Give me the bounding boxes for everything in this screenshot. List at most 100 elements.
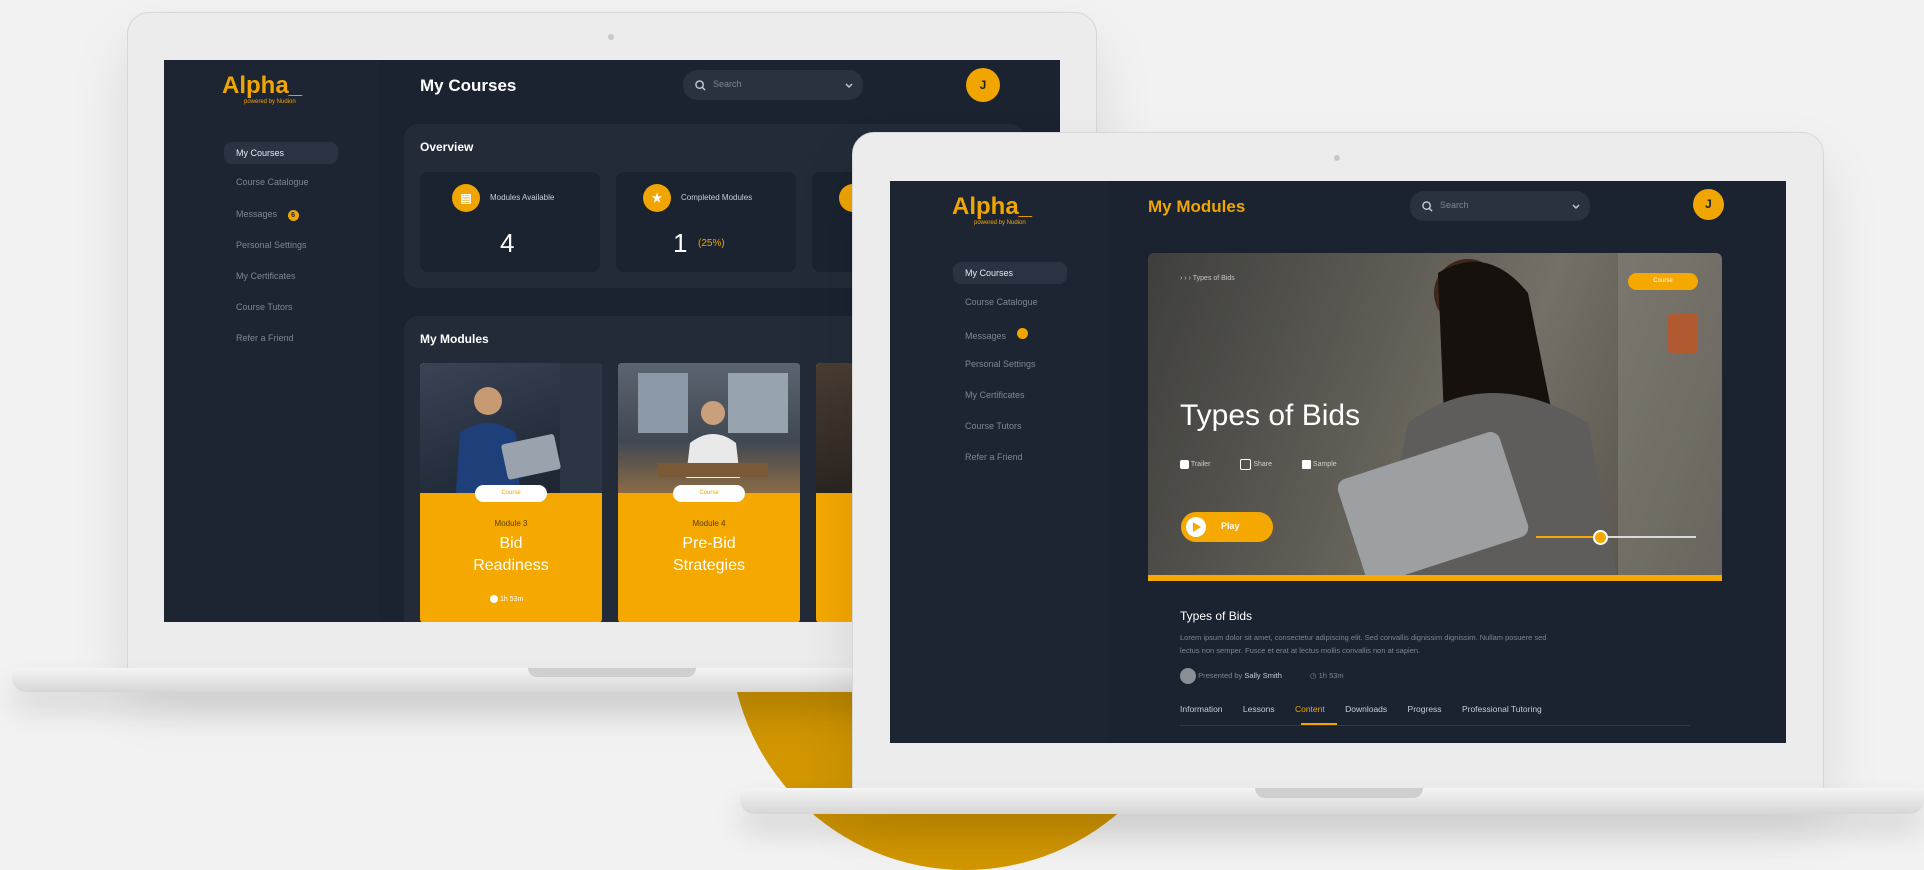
document-icon: ▤ (452, 184, 480, 212)
course-pill: Course (475, 485, 547, 502)
trailer-icon (1180, 460, 1189, 469)
sidebar-item-course-tutors[interactable]: Course Tutors (965, 421, 1022, 431)
tab-downloads[interactable]: Downloads (1345, 704, 1387, 714)
logo-tagline: powered by Nudion (974, 220, 1026, 226)
action-label: Trailer (1190, 461, 1211, 469)
stat-label: Modules Available (490, 193, 555, 202)
search-input[interactable]: Search (1410, 191, 1590, 221)
person-with-laptop-image (456, 363, 602, 493)
active-tab-indicator (1301, 723, 1337, 725)
share-action[interactable]: Share (1240, 459, 1272, 470)
tabs-divider (1180, 725, 1690, 726)
module-number: Module 3 (494, 519, 528, 528)
stat-card-modules-available: ▤ Modules Available 4 (420, 172, 600, 272)
sidebar-item-messages[interactable]: Messages 6 (236, 209, 299, 221)
sidebar-item-my-courses[interactable]: My Courses (953, 262, 1067, 284)
stat-value: 4 (500, 228, 515, 258)
page-title: My Courses (420, 76, 517, 95)
sidebar-item-my-certificates[interactable]: My Certificates (965, 390, 1025, 400)
logo[interactable]: Alpha_ (952, 193, 1032, 221)
module-title-line1: Bid (499, 535, 523, 552)
stat-card-completed-modules: ★ Completed Modules 1 (25%) (616, 172, 796, 272)
chevron-down-icon (1572, 204, 1580, 209)
sample-action[interactable]: Sample (1301, 460, 1337, 469)
avatar[interactable]: J (966, 68, 1000, 102)
logo[interactable]: Alpha_ (222, 72, 302, 100)
tab-content[interactable]: Content (1295, 704, 1325, 714)
front-laptop-notch (1255, 788, 1423, 798)
details-title: Types of Bids (1180, 609, 1253, 623)
chevron-down-icon (845, 83, 853, 88)
clock-icon: ◷ (1310, 670, 1317, 680)
search-icon (695, 80, 706, 91)
tab-lessons[interactable]: Lessons (1243, 704, 1275, 714)
sample-icon (1301, 460, 1311, 469)
avatar[interactable]: J (1693, 189, 1724, 220)
duration-text: 1h 53m (1318, 670, 1344, 680)
play-button[interactable]: Play (1181, 512, 1273, 542)
sidebar-item-my-certificates[interactable]: My Certificates (236, 271, 296, 281)
front-laptop-camera (1334, 155, 1340, 161)
sidebar: Alpha_ powered by Nudion My Courses Cour… (890, 181, 1108, 743)
tab-professional-tutoring[interactable]: Professional Tutoring (1462, 704, 1542, 714)
trailer-action[interactable]: Trailer (1180, 460, 1211, 469)
sidebar-item-course-catalogue[interactable]: Course Catalogue (965, 297, 1038, 307)
presenter-name[interactable]: Sally Smith (1244, 671, 1282, 680)
front-laptop-screen: Alpha_ powered by Nudion My Courses Cour… (890, 181, 1786, 743)
slider-handle[interactable] (1593, 530, 1608, 545)
search-placeholder: Search (1440, 200, 1469, 210)
tab-information[interactable]: Information (1180, 704, 1223, 714)
action-label: Sample (1312, 461, 1337, 469)
breadcrumb-current[interactable]: Types of Bids (1193, 275, 1235, 282)
breadcrumb: › › › Types of Bids (1180, 275, 1235, 282)
sidebar-item-personal-settings[interactable]: Personal Settings (236, 240, 307, 250)
sidebar-item-messages[interactable]: Messages (965, 328, 1028, 341)
stat-percentage: (25%) (698, 238, 725, 249)
progress-fill (1536, 536, 1600, 538)
hero-actions: Trailer Share Sample (1180, 459, 1337, 470)
share-icon (1240, 459, 1252, 470)
play-label: Play (1221, 521, 1240, 531)
office-person-image (638, 373, 788, 478)
course-pill: Course (673, 485, 745, 502)
play-icon (1186, 517, 1206, 537)
sidebar-item-course-catalogue[interactable]: Course Catalogue (236, 177, 309, 187)
presenter-avatar (1180, 668, 1196, 684)
search-placeholder: Search (713, 79, 742, 89)
sidebar-item-personal-settings[interactable]: Personal Settings (965, 359, 1036, 369)
module-title-line2: Readiness (473, 557, 549, 574)
sidebar-item-refer-a-friend[interactable]: Refer a Friend (236, 333, 294, 343)
course-pill: Course (1628, 273, 1698, 290)
messages-count-badge (1016, 328, 1028, 339)
logo-tagline: powered by Nudion (244, 99, 296, 105)
module-title-line2: Strategies (672, 557, 746, 574)
overview-title: Overview (420, 140, 474, 154)
star-icon: ★ (643, 184, 671, 212)
duration-text: 1h 53m (499, 595, 524, 603)
module-number: Module 4 (692, 519, 726, 528)
module-photo (618, 363, 800, 493)
module-card[interactable]: Course Module 3 Bid Readiness 1h 53m (420, 363, 602, 622)
sidebar-item-my-courses[interactable]: My Courses (224, 142, 338, 164)
module-card[interactable]: Course Module 4 Pre-Bid Strategies (618, 363, 800, 622)
sidebar-item-course-tutors[interactable]: Course Tutors (236, 302, 293, 312)
module-title-line1: Pre-Bid (682, 535, 736, 552)
hero-title: Types of Bids (1180, 399, 1361, 432)
breadcrumb-separator: › (1180, 275, 1183, 282)
description-line: lectus non semper. Fusce et erat at lect… (1180, 646, 1421, 655)
stat-value: 1 (673, 228, 688, 258)
sidebar-item-label: Messages (965, 331, 1007, 341)
detail-tabs: Information Lessons Content Downloads Pr… (1180, 704, 1542, 714)
back-laptop-camera (608, 34, 614, 40)
messages-count-badge: 6 (287, 210, 299, 221)
sidebar-item-refer-a-friend[interactable]: Refer a Friend (965, 452, 1023, 462)
module-duration: 1h 53m (490, 595, 523, 603)
tab-progress[interactable]: Progress (1408, 704, 1442, 714)
my-modules-title: My Modules (420, 332, 489, 346)
breadcrumb-separator: › (1184, 275, 1187, 282)
presenter-prefix: Presented by (1198, 670, 1243, 680)
search-input[interactable]: Search (683, 70, 863, 100)
stat-label: Completed Modules (681, 193, 753, 202)
module-hero: › › › Types of Bids Course Types of Bids… (1148, 253, 1722, 579)
clock-icon (490, 595, 498, 603)
